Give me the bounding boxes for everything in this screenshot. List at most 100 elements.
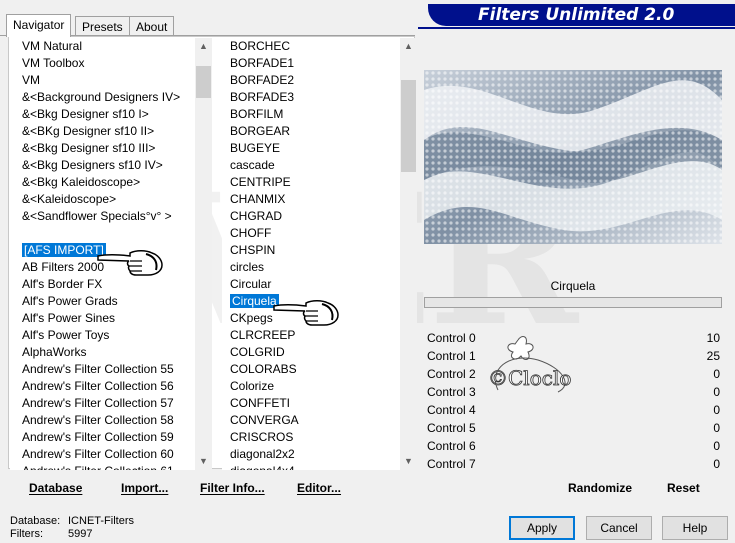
category-item-label: &<BKg Designer sf10 II>: [22, 124, 155, 138]
filter-item[interactable]: BORFADE2: [222, 72, 400, 89]
filter-item[interactable]: BORCHEC: [222, 38, 400, 55]
filter-item-label: BORCHEC: [230, 39, 291, 53]
control-value[interactable]: 0: [713, 383, 720, 401]
category-item[interactable]: Andrew's Filter Collection 55: [10, 361, 195, 378]
filter-item[interactable]: CONVERGA: [222, 412, 400, 429]
filter-item[interactable]: Circular: [222, 276, 400, 293]
filter-item[interactable]: CHOFF: [222, 225, 400, 242]
category-item[interactable]: Andrew's Filter Collection 60: [10, 446, 195, 463]
tab-presets[interactable]: Presets: [75, 16, 130, 36]
category-item[interactable]: Andrew's Filter Collection 59: [10, 429, 195, 446]
scroll-up-icon[interactable]: ▲: [400, 38, 417, 55]
filter-list[interactable]: BORCHEC BORFADE1 BORFADE2 BORFADE3 BORFILM BO…: [222, 38, 400, 470]
filter-item-label: Colorize: [230, 379, 275, 393]
filter-item[interactable]: CENTRIPE: [222, 174, 400, 191]
filter-item[interactable]: CHGRAD: [222, 208, 400, 225]
filter-item[interactable]: CHSPIN: [222, 242, 400, 259]
control-value[interactable]: 0: [713, 401, 720, 419]
filter-item[interactable]: BORFADE3: [222, 89, 400, 106]
reset-button[interactable]: Reset: [667, 481, 700, 495]
category-item-label: Andrew's Filter Collection 60: [22, 447, 174, 461]
category-item[interactable]: &<Kaleidoscope>: [10, 191, 195, 208]
tab-navigator[interactable]: Navigator: [6, 14, 72, 37]
category-item[interactable]: Alf's Power Toys: [10, 327, 195, 344]
filter-item[interactable]: BORFILM: [222, 106, 400, 123]
filter-item[interactable]: Colorize: [222, 378, 400, 395]
filter-item[interactable]: BORFADE1: [222, 55, 400, 72]
category-item[interactable]: AlphaWorks: [10, 344, 195, 361]
category-item-label: Andrew's Filter Collection 59: [22, 430, 174, 444]
control-label: Control 5: [427, 421, 476, 435]
category-item[interactable]: VM: [10, 72, 195, 89]
help-button[interactable]: Help: [662, 516, 728, 540]
category-item[interactable]: Andrew's Filter Collection 57: [10, 395, 195, 412]
category-item[interactable]: &<BKg Designer sf10 II>: [10, 123, 195, 140]
cancel-button[interactable]: Cancel: [586, 516, 652, 540]
filter-item-label: BORFADE1: [230, 56, 295, 70]
filter-item[interactable]: cascade: [222, 157, 400, 174]
database-button[interactable]: Database: [29, 481, 82, 495]
import-button[interactable]: Import...: [121, 481, 168, 495]
filter-item[interactable]: BUGEYE: [222, 140, 400, 157]
filter-item[interactable]: CHANMIX: [222, 191, 400, 208]
filter-item[interactable]: COLORABS: [222, 361, 400, 378]
filter-item[interactable]: BORGEAR: [222, 123, 400, 140]
scroll-up-icon[interactable]: ▲: [195, 38, 212, 55]
category-item-label: Andrew's Filter Collection 57: [22, 396, 174, 410]
category-item[interactable]: &<Sandflower Specials°v° >: [10, 208, 195, 225]
filter-item-label: BORFILM: [230, 107, 284, 121]
category-item: [10, 225, 195, 242]
category-item[interactable]: Alf's Power Sines: [10, 310, 195, 327]
control-value[interactable]: 10: [707, 329, 720, 347]
control-label: Control 1: [427, 349, 476, 363]
category-item[interactable]: &<Background Designers IV>: [10, 89, 195, 106]
filter-item[interactable]: diagonal4x4: [222, 463, 400, 470]
cloclo-logo: ©Cloclo: [488, 336, 572, 393]
filter-item[interactable]: COLGRID: [222, 344, 400, 361]
filter-item-label: CHSPIN: [230, 243, 276, 257]
scroll-thumb[interactable]: [196, 66, 211, 98]
filter-info-button[interactable]: Filter Info...: [200, 481, 265, 495]
category-item[interactable]: VM Natural: [10, 38, 195, 55]
category-scrollbar[interactable]: ▲ ▼: [195, 38, 212, 470]
filter-item[interactable]: CLRCREEP: [222, 327, 400, 344]
control-value[interactable]: 25: [707, 347, 720, 365]
filter-item-label: CENTRIPE: [230, 175, 291, 189]
randomize-button[interactable]: Randomize: [568, 481, 632, 495]
filter-item[interactable]: CONFFETI: [222, 395, 400, 412]
category-item[interactable]: &<Bkg Designers sf10 IV>: [10, 157, 195, 174]
apply-button[interactable]: Apply: [509, 516, 575, 540]
scroll-thumb[interactable]: [401, 80, 416, 172]
filter-scrollbar[interactable]: ▲ ▼: [400, 38, 417, 470]
control-row[interactable]: Control 5 0: [424, 419, 722, 437]
category-item[interactable]: Andrew's Filter Collection 61: [10, 463, 195, 470]
category-item-label: &<Bkg Kaleidoscope>: [22, 175, 141, 189]
category-item[interactable]: &<Bkg Designer sf10 III>: [10, 140, 195, 157]
filter-item[interactable]: CRISCROS: [222, 429, 400, 446]
control-value[interactable]: 0: [713, 437, 720, 455]
category-item-label: &<Kaleidoscope>: [22, 192, 117, 206]
control-row[interactable]: Control 6 0: [424, 437, 722, 455]
category-item[interactable]: Andrew's Filter Collection 58: [10, 412, 195, 429]
database-label: Database:: [10, 515, 61, 527]
tab-about[interactable]: About: [129, 16, 175, 36]
control-value[interactable]: 0: [713, 419, 720, 437]
filter-item[interactable]: circles: [222, 259, 400, 276]
scroll-down-icon[interactable]: ▼: [195, 453, 212, 470]
control-row[interactable]: Control 7 0: [424, 455, 722, 473]
scroll-down-icon[interactable]: ▼: [400, 453, 417, 470]
category-item[interactable]: Alf's Power Grads: [10, 293, 195, 310]
filter-item[interactable]: diagonal2x2: [222, 446, 400, 463]
filter-item-label: BORFADE3: [230, 90, 295, 104]
category-item[interactable]: VM Toolbox: [10, 55, 195, 72]
pointing-hand-icon: [97, 250, 163, 276]
control-value[interactable]: 0: [713, 455, 720, 473]
category-item[interactable]: &<Bkg Designer sf10 I>: [10, 106, 195, 123]
editor-button[interactable]: Editor...: [297, 481, 341, 495]
category-item[interactable]: Alf's Border FX: [10, 276, 195, 293]
category-item[interactable]: Andrew's Filter Collection 56: [10, 378, 195, 395]
control-value[interactable]: 0: [713, 365, 720, 383]
filter-item-label: diagonal4x4: [230, 464, 295, 470]
category-item-label: AB Filters 2000: [22, 260, 105, 274]
category-item[interactable]: &<Bkg Kaleidoscope>: [10, 174, 195, 191]
